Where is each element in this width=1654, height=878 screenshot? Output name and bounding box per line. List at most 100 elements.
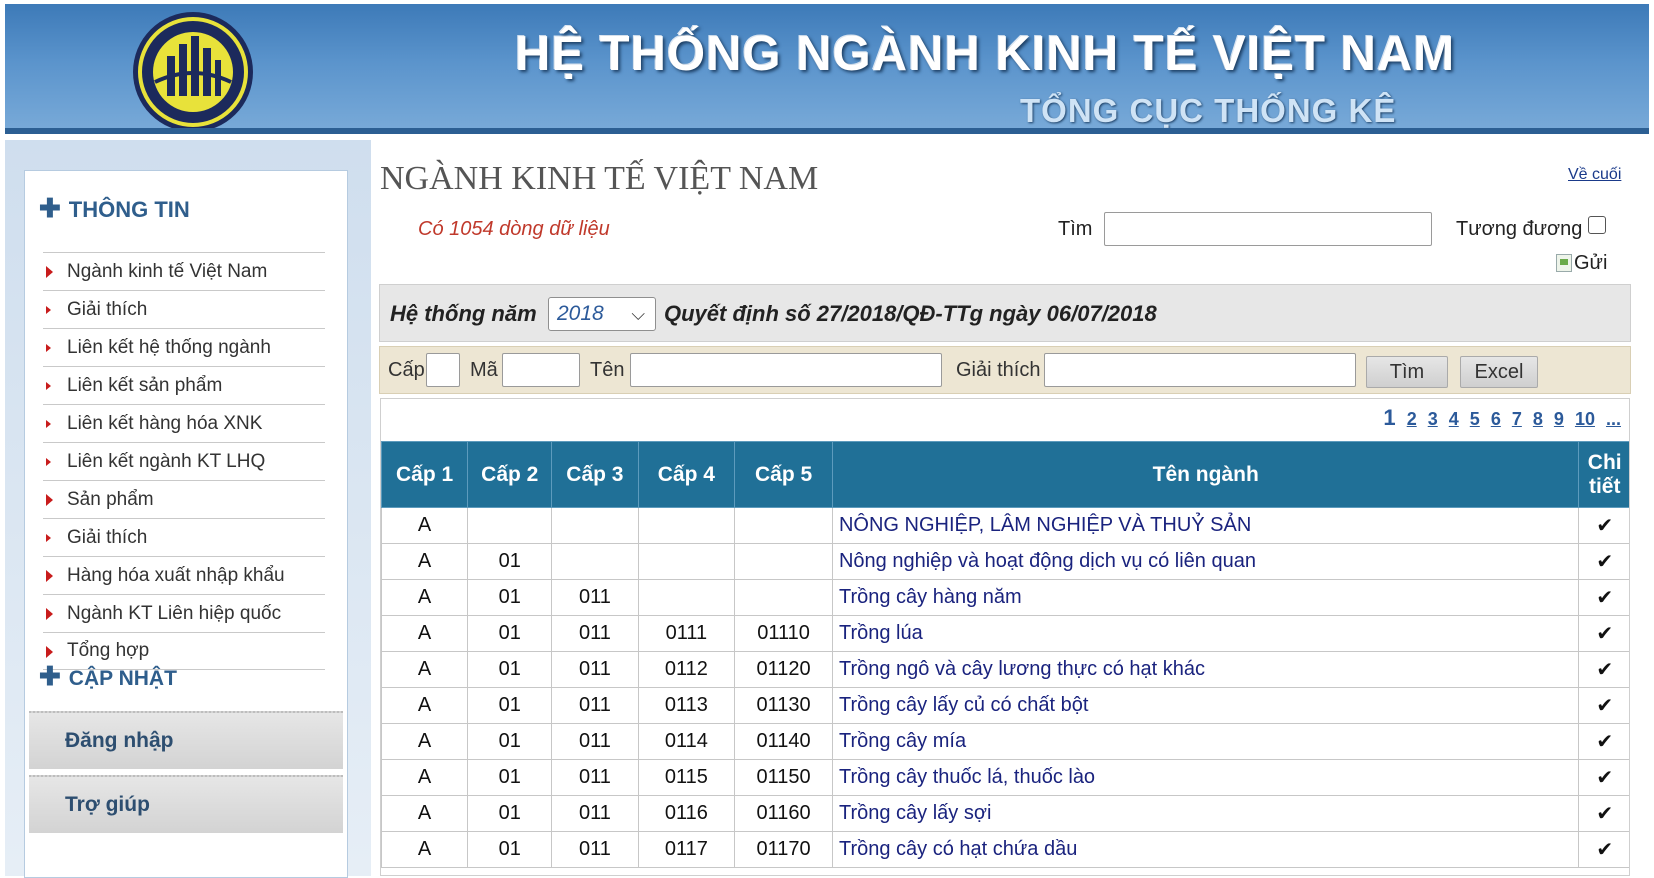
sidebar-item-label: Ngành KT Liên hiệp quốc [67,602,282,624]
detail-check-icon[interactable]: ✔ [1578,831,1629,868]
cell-level-2: 01 [467,831,553,868]
system-label: Hệ thống năm [390,301,537,326]
col-header-ten-nganh: Tên ngành [831,441,1580,508]
cell-level-4: 0111 [637,615,736,652]
cell-level-5: 01150 [734,759,833,796]
sidebar-item-giai-thich-sp[interactable]: Giải thích [43,518,325,556]
info-heading[interactable]: ✚ THÔNG TIN [39,193,190,224]
detail-check-icon[interactable]: ✔ [1578,615,1629,652]
cell-level-1: A [381,651,469,688]
plus-icon: ✚ [39,661,61,691]
search-input[interactable] [1104,212,1432,246]
bullet-arrow-icon [46,344,51,352]
cell-level-3: 011 [551,759,639,796]
pager-link[interactable]: 10 [1575,409,1595,429]
sidebar-item-lien-ket-san-pham[interactable]: Liên kết sản phẩm [43,366,325,404]
pager-next-link[interactable]: ... [1606,409,1621,429]
sidebar-item-label: Ngành kinh tế Việt Nam [67,260,268,282]
excel-button[interactable]: Excel [1460,356,1538,388]
name-label: Tên [590,359,625,381]
cell-level-4: 0113 [637,687,736,724]
sidebar-item-label: Liên kết hệ thống ngành [67,336,271,358]
cell-level-1: A [381,507,469,544]
sidebar-item-label: Liên kết hàng hóa XNK [67,412,263,434]
filter-bar: Cấp Mã Tên Giải thích Tìm Excel [379,346,1631,394]
explain-input[interactable] [1044,353,1356,387]
sidebar-item-label: Hàng hóa xuất nhập khẩu [67,564,285,586]
pager-current: 1 [1383,405,1396,430]
detail-check-icon[interactable]: ✔ [1578,687,1629,724]
table-row: A 01 011 0111 01110 Trồng lúa ✔ [381,615,1629,652]
detail-check-icon[interactable]: ✔ [1578,507,1629,544]
bullet-arrow-icon [46,382,51,390]
table-row: A 01 011 0116 01160 Trồng cây lấy sợi ✔ [381,795,1629,832]
cell-industry-name: Trồng cây lấy sợi [831,795,1580,832]
equivalent-checkbox[interactable] [1588,216,1606,234]
sidebar-item-label: Liên kết sản phẩm [67,374,223,396]
send-button[interactable]: Gửi [1556,250,1620,276]
pager-link[interactable]: 9 [1554,409,1564,429]
sidebar-menu: Ngành kinh tế Việt Nam Giải thích Liên k… [43,252,325,670]
pager-link[interactable]: 2 [1407,409,1417,429]
sidebar-item-hang-hoa-xnk[interactable]: Hàng hóa xuất nhập khẩu [43,556,325,594]
table-row: A 01 011 0112 01120 Trồng ngô và cây lương th… [381,651,1629,688]
help-button[interactable]: Trợ giúp [29,775,343,833]
cell-level-4: 0117 [637,831,736,868]
find-button[interactable]: Tìm [1366,356,1448,388]
sidebar-item-label: Giải thích [67,298,148,320]
cell-level-5: 01120 [734,651,833,688]
sidebar-item-lien-ket-xnk[interactable]: Liên kết hàng hóa XNK [43,404,325,442]
sidebar-item-label: Tổng hợp [67,640,150,661]
level-input[interactable] [426,353,460,387]
pager-link[interactable]: 3 [1428,409,1438,429]
detail-check-icon[interactable]: ✔ [1578,795,1629,832]
pager-link[interactable]: 4 [1449,409,1459,429]
sidebar-item-nganh-kt-lhq[interactable]: Ngành KT Liên hiệp quốc [43,594,325,632]
table-row: A 01 011 0114 01140 Trồng cây mía ✔ [381,723,1629,760]
cell-industry-name: Trồng cây hàng năm [831,579,1580,616]
col-header-cap3: Cấp 3 [551,441,639,508]
update-heading[interactable]: ✚ CẬP NHẬT [39,661,177,692]
chevron-down-icon: ⌵ [631,304,645,324]
col-header-cap5: Cấp 5 [734,441,833,508]
sidebar-item-lien-ket-he-thong[interactable]: Liên kết hệ thống ngành [43,328,325,366]
page-title: NGÀNH KINH TẾ VIỆT NAM [380,160,819,197]
search-label: Tìm [1058,218,1093,240]
sidebar-item-giai-thich[interactable]: Giải thích [43,290,325,328]
code-input[interactable] [502,353,580,387]
detail-check-icon[interactable]: ✔ [1578,543,1629,580]
cell-level-1: A [381,795,469,832]
pager-link[interactable]: 7 [1512,409,1522,429]
cell-industry-name: Trồng cây thuốc lá, thuốc lào [831,759,1580,796]
cell-level-2: 01 [467,651,553,688]
cell-level-2 [467,507,553,544]
level-label: Cấp [388,359,425,381]
cell-level-2: 01 [467,723,553,760]
sidebar-item-san-pham[interactable]: Sản phẩm [43,480,325,518]
table-row: A 01 011 0117 01170 Trồng cây có hạt chứa dầu… [381,831,1629,868]
cell-level-4 [637,579,736,616]
col-header-cap1: Cấp 1 [381,441,469,508]
sidebar-item-label: Sản phẩm [67,488,154,510]
pager-link[interactable]: 8 [1533,409,1543,429]
table-row: A NÔNG NGHIỆP, LÂM NGHIỆP VÀ THUỶ SẢN ✔ [381,507,1629,544]
cell-level-5 [734,579,833,616]
year-select[interactable]: 2018 ⌵ [548,297,656,331]
pager-link[interactable]: 6 [1491,409,1501,429]
detail-check-icon[interactable]: ✔ [1578,579,1629,616]
cell-industry-name: Trồng cây có hạt chứa dầu [831,831,1580,868]
name-input[interactable] [630,353,942,387]
cell-level-4 [637,543,736,580]
sidebar-item-lien-ket-lhq[interactable]: Liên kết ngành KT LHQ [43,442,325,480]
detail-check-icon[interactable]: ✔ [1578,723,1629,760]
pager-link[interactable]: 5 [1470,409,1480,429]
cell-industry-name: Nông nghiệp và hoạt động dịch vụ có liên… [831,543,1580,580]
to-end-link[interactable]: Về cuối [1568,166,1621,184]
detail-check-icon[interactable]: ✔ [1578,759,1629,796]
sidebar-item-nganh-kinh-te[interactable]: Ngành kinh tế Việt Nam [43,252,325,290]
cell-level-3 [551,543,639,580]
detail-check-icon[interactable]: ✔ [1578,651,1629,688]
sidebar-item-label: Liên kết ngành KT LHQ [67,450,266,472]
cell-level-3: 011 [551,831,639,868]
login-button[interactable]: Đăng nhập [29,711,343,769]
